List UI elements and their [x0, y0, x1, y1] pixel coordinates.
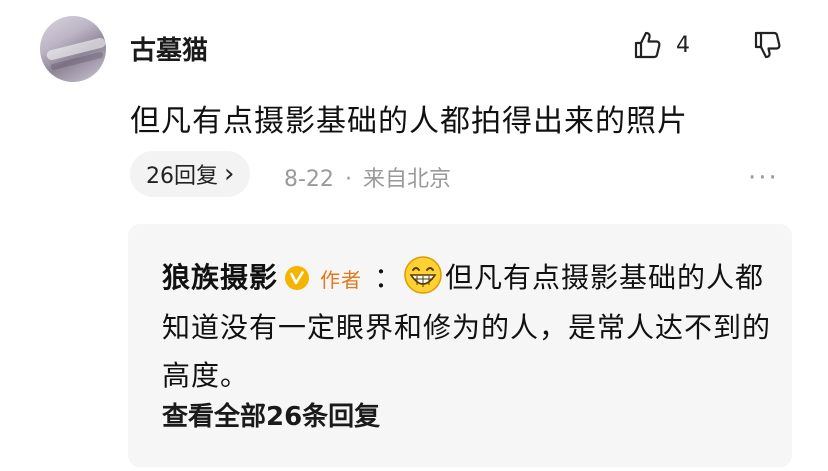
grinning-emoji-icon — [404, 256, 442, 294]
author-role-tag: 作者 — [320, 268, 363, 292]
like-button[interactable]: 4 — [632, 30, 690, 60]
chevron-right-icon: › — [224, 159, 235, 189]
reply-colon: ： — [374, 261, 404, 294]
replies-count-label: 26回复 — [146, 164, 218, 189]
more-icon[interactable]: ··· — [748, 163, 779, 193]
reply-preview-panel[interactable]: 狼族摄影 作者： 但凡有点摄影基础的人都知道没有一定眼界和修为的人，是常人达不到… — [128, 224, 792, 467]
reply-preview: 狼族摄影 作者： 但凡有点摄影基础的人都知道没有一定眼界和修为的人，是常人达不到… — [162, 254, 772, 400]
meta-separator: · — [344, 167, 352, 192]
reply-author[interactable]: 狼族摄影 — [162, 261, 278, 294]
verified-badge-icon — [285, 266, 310, 290]
dislike-button[interactable] — [752, 30, 782, 64]
comment-content: 但凡有点摄影基础的人都拍得出来的照片 — [130, 104, 688, 139]
thumbs-up-icon — [634, 31, 661, 59]
view-all-replies-link[interactable]: 查看全部26条回复 — [162, 396, 380, 433]
like-count: 4 — [676, 32, 690, 58]
thumbs-down-icon — [754, 31, 781, 59]
replies-button[interactable]: 26回复 › — [130, 151, 251, 197]
comment-meta: 8-22 · 来自北京 — [284, 161, 451, 193]
comment-username[interactable]: 古墓猫 — [130, 30, 208, 67]
avatar[interactable] — [40, 16, 106, 82]
comment-location: 来自北京 — [362, 167, 451, 192]
comment-date: 8-22 — [284, 167, 334, 192]
